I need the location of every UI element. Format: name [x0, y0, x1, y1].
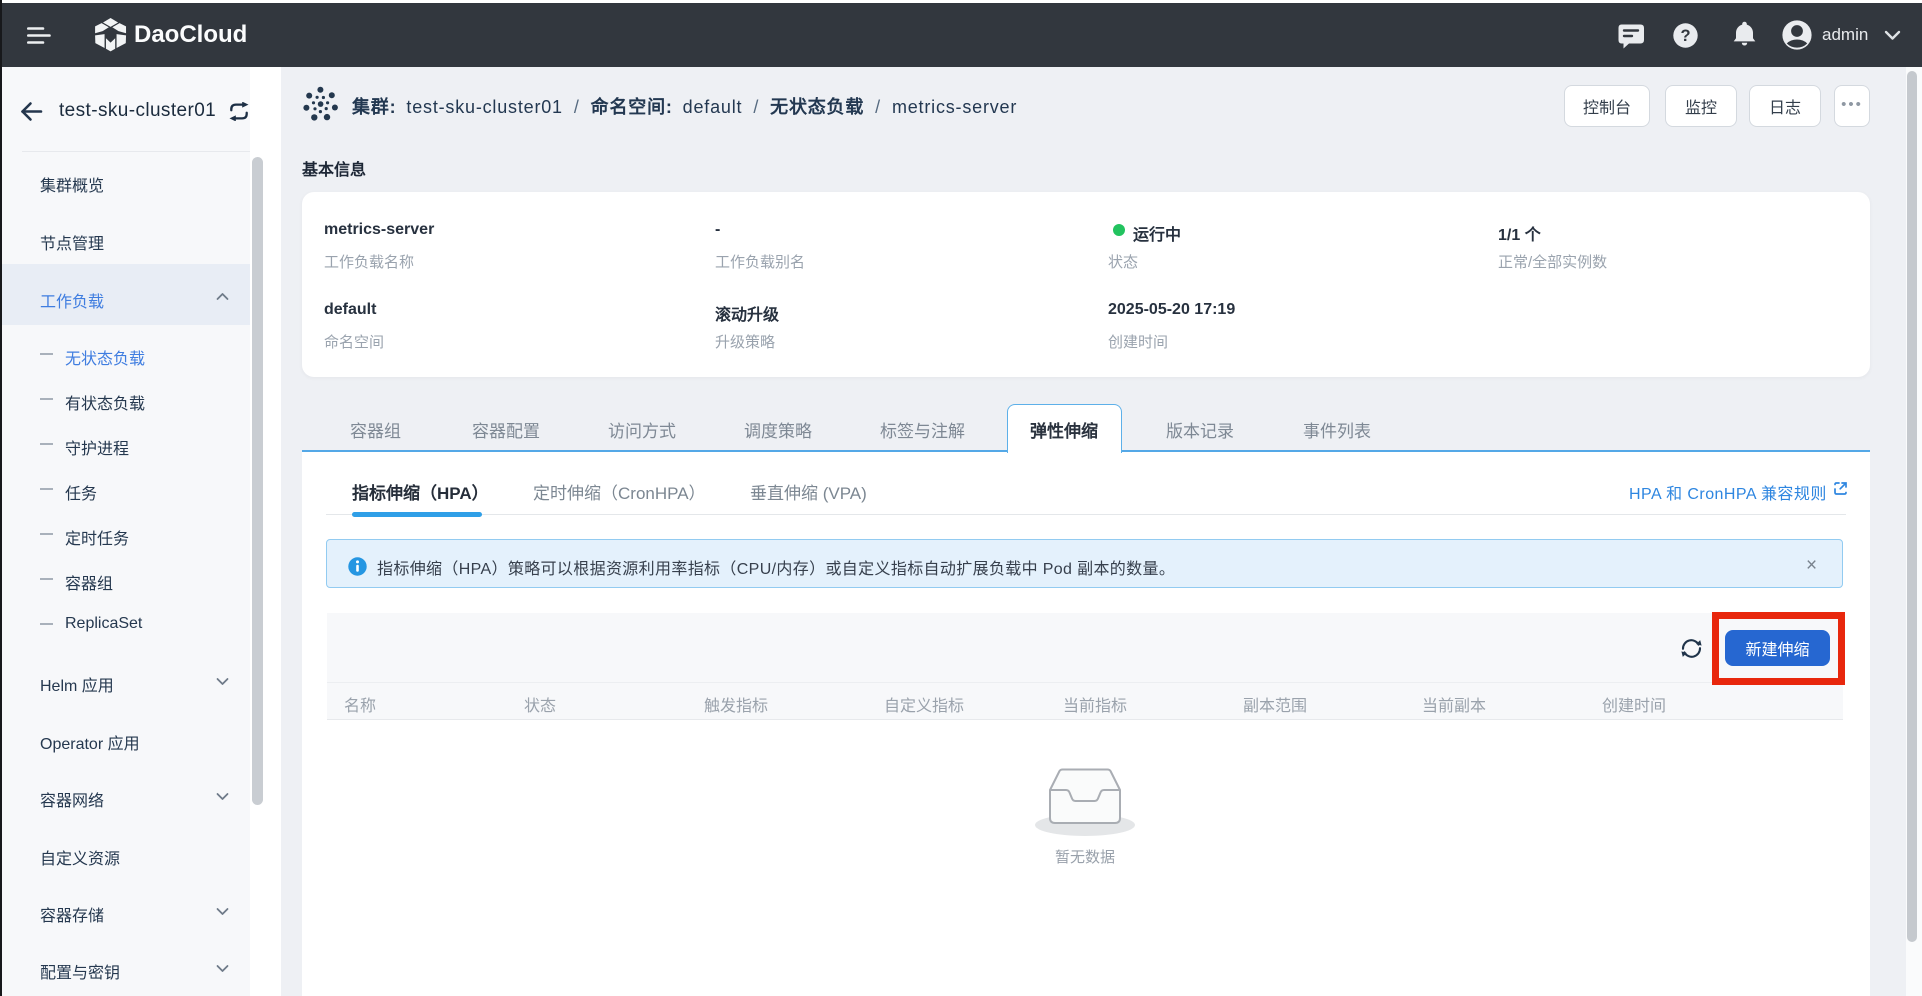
svg-text:?: ? [1680, 27, 1690, 45]
